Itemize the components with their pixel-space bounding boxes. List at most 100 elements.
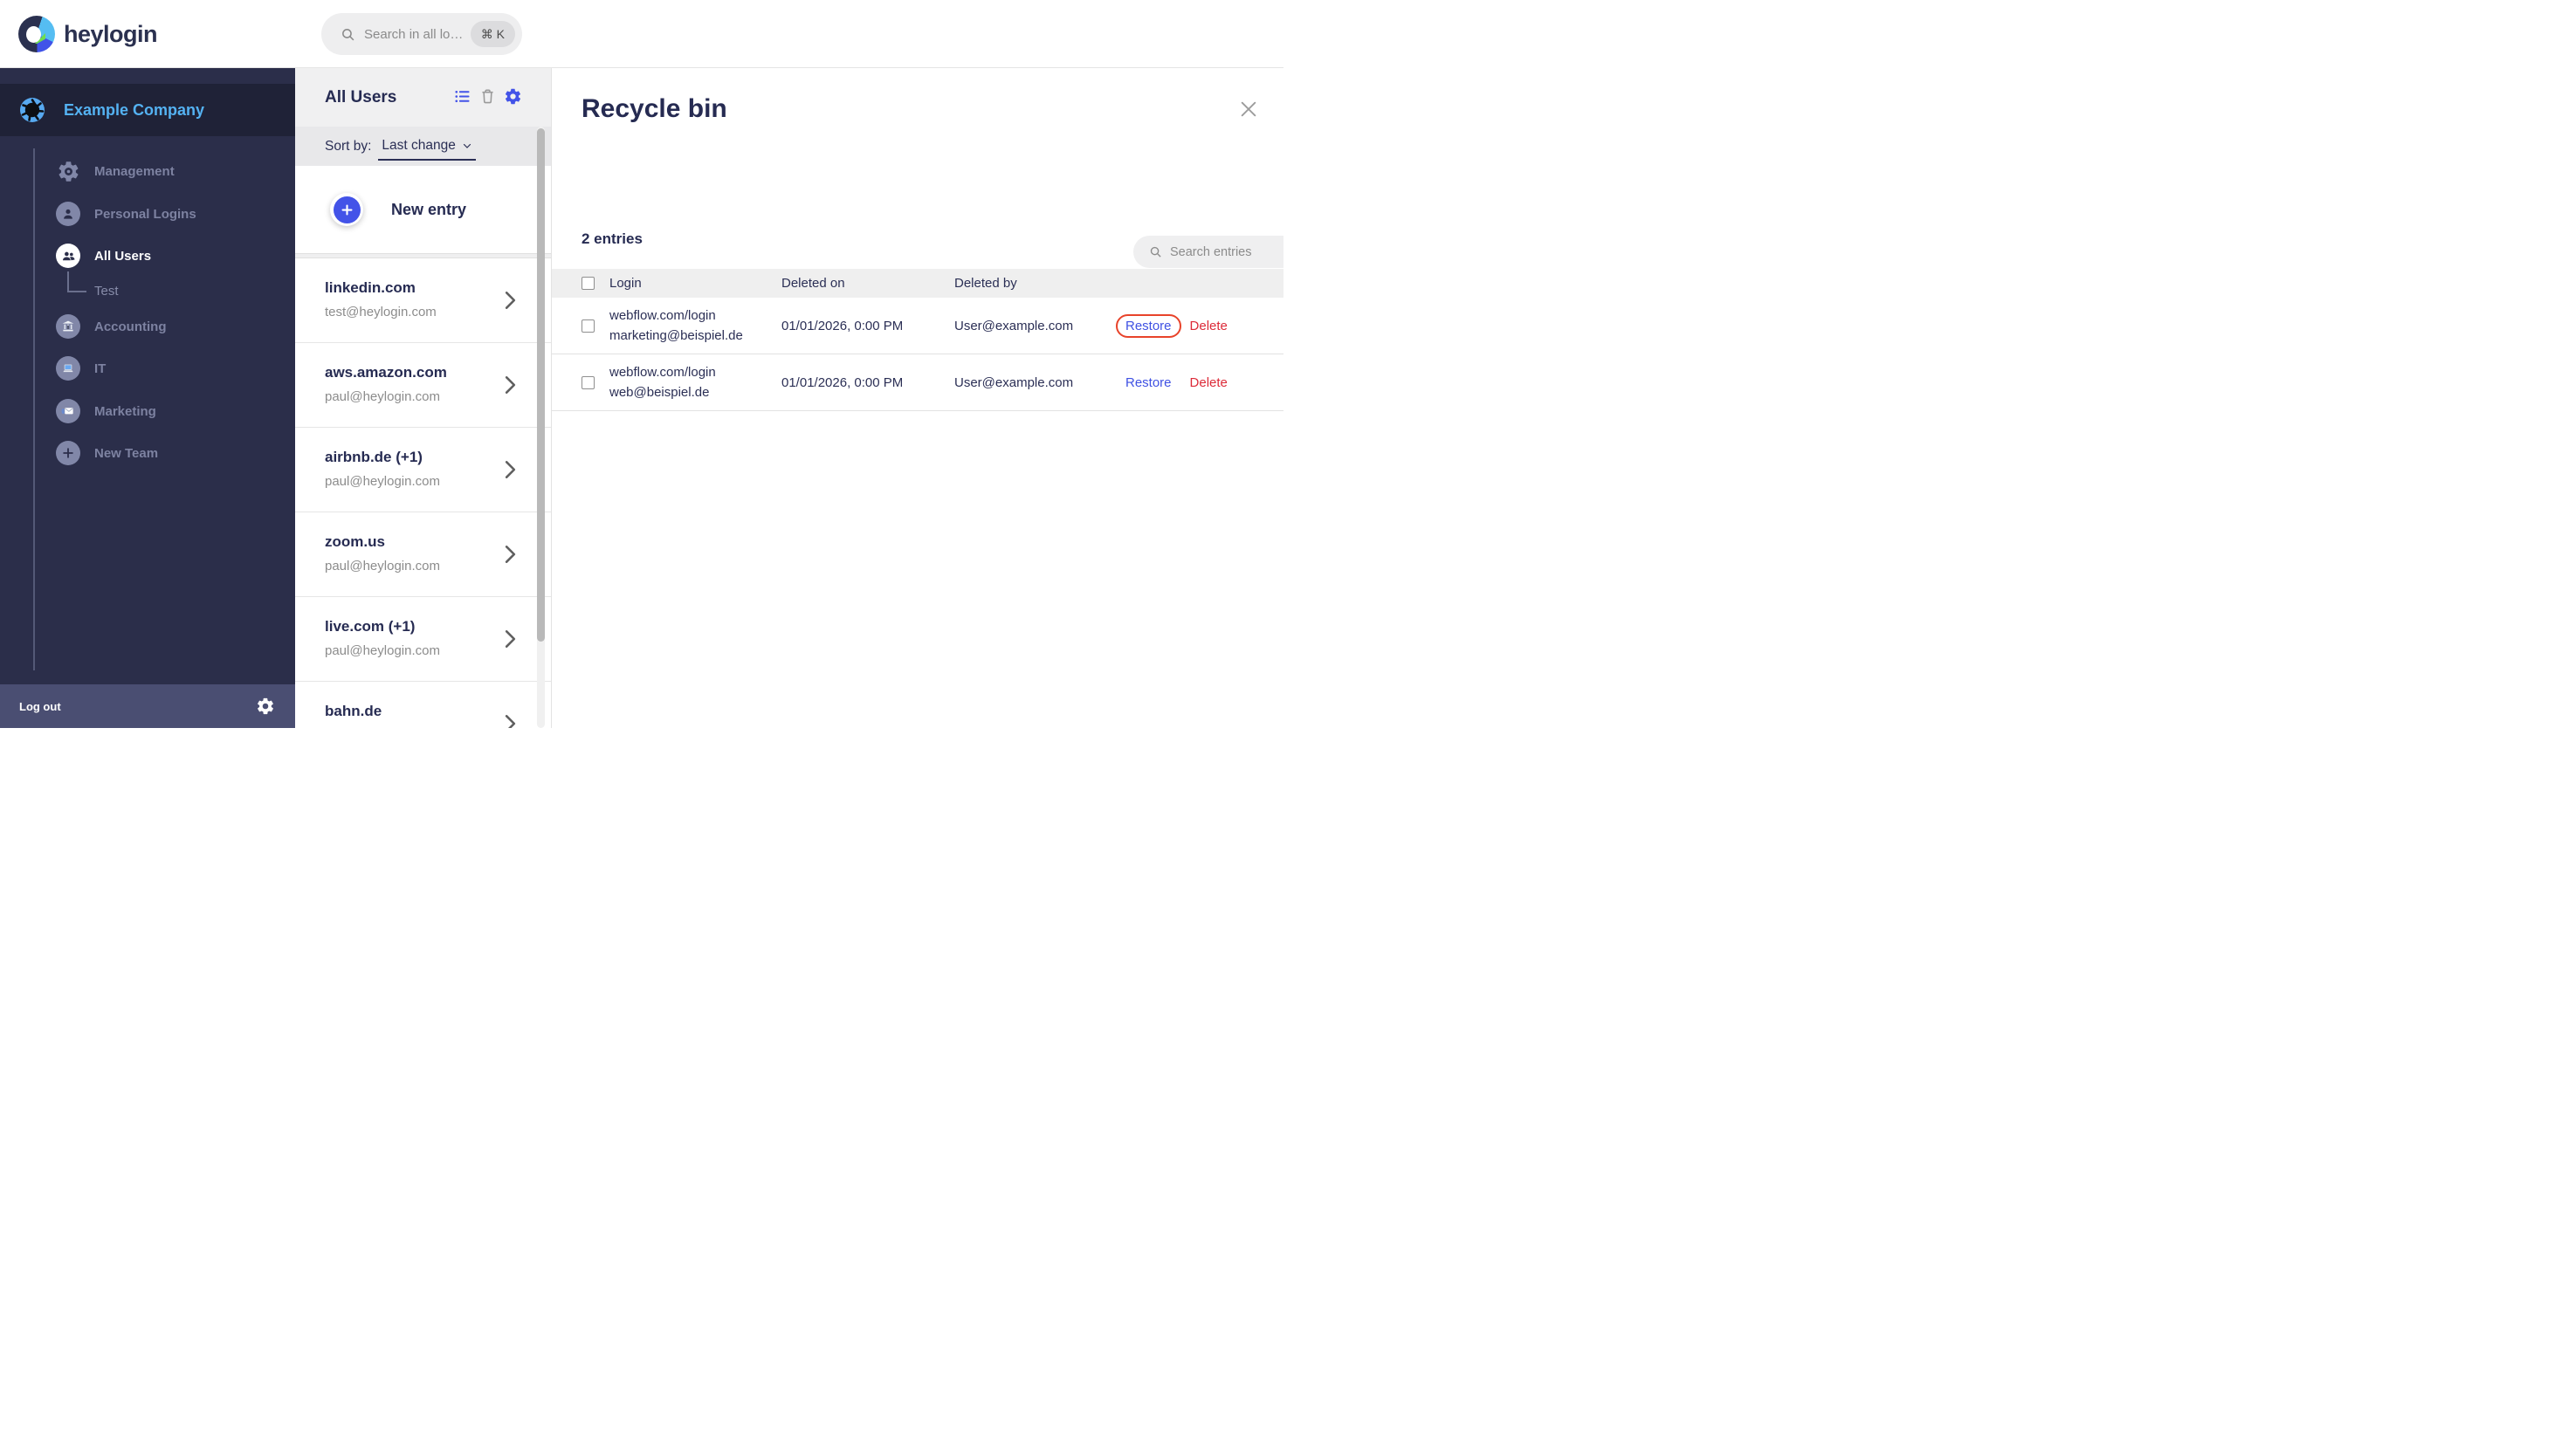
chevron-right-icon [505, 629, 516, 649]
sidebar-item-new-team[interactable]: New Team [0, 437, 295, 469]
sidebar-item-label: Management [94, 163, 175, 179]
company-avatar [20, 98, 45, 122]
search-shortcut-badge: ⌘ K [470, 21, 515, 47]
login-title: airbnb.de (+1) [325, 449, 423, 465]
sort-dropdown[interactable]: Last change [378, 137, 476, 161]
settings-gear-icon[interactable] [256, 697, 275, 716]
scrollbar-thumb[interactable] [537, 128, 545, 642]
login-subtitle: paul@heylogin.com [325, 643, 440, 658]
row-actions: Restore Delete [1125, 371, 1266, 395]
login-title: aws.amazon.com [325, 364, 447, 381]
entries-count: 2 entries [582, 230, 643, 247]
sidebar-item-marketing[interactable]: Marketing [0, 395, 295, 427]
list-item-live[interactable]: live.com (+1) paul@heylogin.com [295, 597, 551, 682]
heylogin-logo-text: heylogin [64, 20, 158, 47]
recycle-bin-search-input[interactable] [1170, 244, 1284, 259]
table-body: webflow.com/login marketing@beispiel.de … [552, 298, 1284, 411]
people-icon [56, 244, 80, 268]
sidebar-item-label: New Team [94, 445, 159, 461]
sidebar: Example Company Management Personal Logi… [0, 68, 295, 728]
login-title: linkedin.com [325, 279, 416, 296]
app-window: heylogin ⌘ K [0, 0, 1284, 728]
delete-button[interactable]: Delete [1190, 319, 1228, 333]
logins-list: New entry linkedin.com test@heylogin.com… [295, 166, 551, 728]
login-title: live.com (+1) [325, 618, 416, 635]
column-header-deleted-by: Deleted by [954, 276, 1017, 291]
search-icon [341, 27, 355, 42]
list-item-airbnb[interactable]: airbnb.de (+1) paul@heylogin.com [295, 428, 551, 512]
new-entry-label: New entry [391, 200, 467, 218]
login-cell: webflow.com/login marketing@beispiel.de [609, 308, 743, 343]
page-title: Recycle bin [582, 94, 727, 123]
chevron-right-icon [505, 545, 516, 564]
recycle-bin-trash-icon[interactable] [478, 87, 497, 106]
chevron-right-icon [505, 460, 516, 479]
table-row: webflow.com/login web@beispiel.de 01/01/… [552, 354, 1284, 411]
list-panel-header: All Users [295, 68, 551, 127]
deleted-on-cell: 01/01/2026, 0:00 PM [781, 318, 904, 333]
sidebar-item-label: All Users [94, 248, 152, 264]
plus-icon [56, 441, 80, 465]
recycle-bin-panel: Recycle bin ⌘ U 2 entries Login Deleted … [552, 68, 1284, 728]
company-name: Example Company [64, 100, 205, 119]
row-checkbox[interactable] [582, 319, 595, 333]
team-settings-gear-icon[interactable] [504, 87, 522, 106]
sidebar-item-personal-logins[interactable]: Personal Logins [0, 198, 295, 230]
company-header[interactable]: Example Company [0, 84, 295, 136]
list-item-linkedin[interactable]: linkedin.com test@heylogin.com [295, 258, 551, 343]
column-header-login: Login [609, 276, 642, 291]
restore-button[interactable]: Restore [1116, 371, 1181, 395]
login-title: bahn.de [325, 703, 382, 719]
table-row: webflow.com/login marketing@beispiel.de … [552, 298, 1284, 354]
sidebar-item-label: Personal Logins [94, 206, 196, 222]
laptop-icon [56, 356, 80, 381]
global-search[interactable]: ⌘ K [321, 13, 522, 55]
logout-button[interactable]: Log out [19, 700, 61, 713]
login-subtitle: paul@heylogin.com [325, 389, 440, 404]
sidebar-item-label: Marketing [94, 403, 156, 419]
deleted-by-cell: User@example.com [954, 318, 1074, 333]
new-entry-plus-icon [330, 193, 363, 226]
logins-list-panel: All Users Sort by: Last change New entry… [295, 68, 552, 728]
chevron-right-icon [505, 291, 516, 310]
sidebar-item-all-users[interactable]: All Users [0, 240, 295, 271]
sidebar-item-management[interactable]: Management [0, 155, 295, 187]
delete-button[interactable]: Delete [1190, 375, 1228, 390]
chevron-down-icon [462, 141, 472, 151]
row-actions: Restore Delete [1116, 313, 1266, 338]
sidebar-item-accounting[interactable]: Accounting [0, 311, 295, 342]
login-subtitle: paul@heylogin.com [325, 559, 440, 573]
list-item-bahn[interactable]: bahn.de paul@heylogin.com [295, 682, 551, 728]
heylogin-logo: heylogin [18, 7, 158, 61]
column-header-deleted-on: Deleted on [781, 276, 845, 291]
select-all-checkbox[interactable] [582, 276, 595, 290]
top-bar: heylogin ⌘ K [0, 0, 1284, 68]
list-item-zoom[interactable]: zoom.us paul@heylogin.com [295, 512, 551, 597]
list-item-aws[interactable]: aws.amazon.com paul@heylogin.com [295, 343, 551, 428]
close-icon[interactable] [1239, 100, 1258, 119]
sort-value-text: Last change [382, 137, 456, 153]
sidebar-item-label: Test [94, 283, 119, 299]
list-panel-title: All Users [325, 87, 397, 106]
list-view-icon[interactable] [453, 87, 471, 106]
login-subtitle: paul@heylogin.com [325, 474, 440, 489]
recycle-bin-search[interactable]: ⌘ U [1133, 236, 1284, 268]
sidebar-item-label: Accounting [94, 319, 167, 334]
sort-by-label: Sort by: [325, 138, 372, 154]
deleted-by-cell: User@example.com [954, 374, 1074, 390]
search-icon [1149, 245, 1162, 258]
chevron-right-icon [505, 714, 516, 728]
person-icon [56, 202, 80, 226]
login-subtitle: test@heylogin.com [325, 305, 437, 319]
management-gear-icon [56, 159, 80, 183]
new-entry-button[interactable]: New entry [295, 166, 551, 253]
row-checkbox[interactable] [582, 375, 595, 389]
sidebar-item-it[interactable]: IT [0, 353, 295, 384]
global-search-input[interactable] [364, 26, 471, 42]
envelope-icon [56, 399, 80, 423]
restore-button[interactable]: Restore [1116, 313, 1181, 338]
login-title: zoom.us [325, 533, 385, 550]
sidebar-item-test[interactable]: Test [0, 275, 295, 306]
logout-bar: Log out [0, 684, 295, 728]
table-header: Login Deleted on Deleted by [552, 269, 1284, 298]
